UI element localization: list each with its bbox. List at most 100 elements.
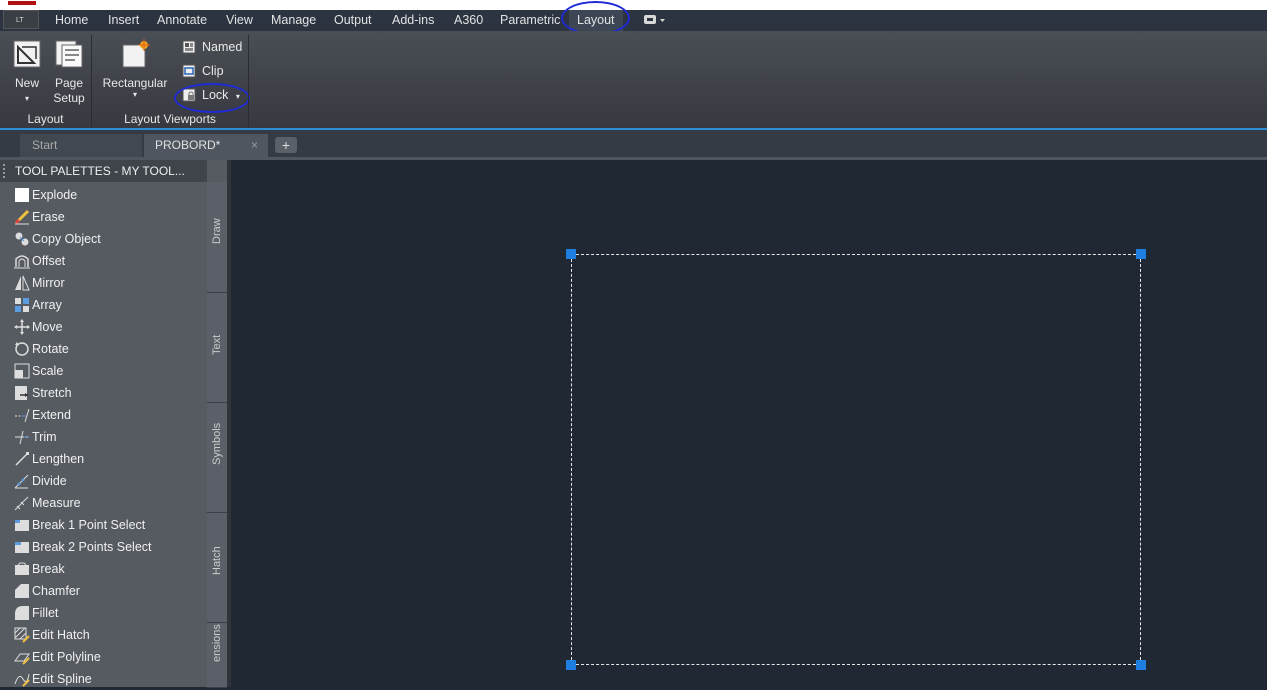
- application-menu-button[interactable]: LT: [3, 1, 39, 29]
- palette-item-fillet[interactable]: Fillet: [0, 602, 207, 624]
- palette-item-explode[interactable]: Explode: [0, 184, 207, 206]
- palette-item-edit-polyline[interactable]: Edit Polyline: [0, 646, 207, 668]
- tab-parametric[interactable]: Parametric: [500, 10, 560, 31]
- palette-item-break-1-point[interactable]: Break 1 Point Select: [0, 514, 207, 536]
- annotation-circle-lock: [174, 83, 250, 113]
- side-tab-draw[interactable]: Draw: [207, 182, 227, 293]
- palette-item-scale[interactable]: Scale: [0, 360, 207, 382]
- side-tab-dimensions[interactable]: ensions: [207, 623, 227, 688]
- side-tab-label: Symbols: [211, 422, 223, 465]
- palette-item-label: Edit Hatch: [32, 628, 90, 642]
- named-viewports-button[interactable]: Named: [182, 37, 242, 57]
- palette-item-label: Measure: [32, 496, 81, 510]
- side-tab-hatch[interactable]: Hatch: [207, 513, 227, 623]
- palette-item-break-2-points[interactable]: Break 2 Points Select: [0, 536, 207, 558]
- palette-item-stretch[interactable]: Stretch: [0, 382, 207, 404]
- tab-insert[interactable]: Insert: [108, 10, 139, 31]
- viewport-grip[interactable]: [566, 249, 576, 259]
- app-logo-strip: [8, 1, 36, 5]
- side-tab-symbols[interactable]: Symbols: [207, 403, 227, 513]
- edit-polyline-icon: [14, 653, 30, 665]
- tab-output[interactable]: Output: [334, 10, 372, 31]
- new-label: New: [14, 76, 39, 90]
- grip-icon[interactable]: [3, 164, 7, 178]
- palette-item-label: Edit Polyline: [32, 650, 101, 664]
- palette-item-mirror[interactable]: Mirror: [0, 272, 207, 294]
- palette-edge[interactable]: [227, 160, 231, 687]
- side-tab-label: Text: [211, 334, 223, 355]
- array-icon: [15, 298, 29, 312]
- palette-title: TOOL PALETTES - MY TOOL...: [15, 164, 185, 178]
- new-layout-button[interactable]: New ▾: [9, 39, 45, 106]
- erase-icon: [14, 209, 30, 225]
- tab-home[interactable]: Home: [55, 10, 88, 31]
- trim-icon: [15, 430, 29, 445]
- palette-item-label: Rotate: [32, 342, 69, 356]
- edit-spline-icon: [14, 673, 30, 687]
- extend-icon: [15, 408, 30, 423]
- rotate-icon: [15, 342, 29, 356]
- palette-item-erase[interactable]: Erase: [0, 206, 207, 228]
- palette-item-divide[interactable]: Divide: [0, 470, 207, 492]
- tab-view[interactable]: View: [226, 10, 253, 31]
- new-dropdown-icon[interactable]: ▾: [9, 91, 45, 106]
- palette-item-label: Divide: [32, 474, 67, 488]
- palette-item-trim[interactable]: Trim: [0, 426, 207, 448]
- palette-item-lengthen[interactable]: Lengthen: [0, 448, 207, 470]
- palette-item-label: Move: [32, 320, 63, 334]
- new-layout-icon: [13, 40, 41, 68]
- rectangular-viewport-button[interactable]: Rectangular ▾: [102, 39, 168, 99]
- palette-item-array[interactable]: Array: [0, 294, 207, 316]
- ribbon-tab-bar: LT Home Insert Annotate View Manage Outp…: [0, 0, 1267, 31]
- tab-add-ins[interactable]: Add-ins: [392, 10, 434, 31]
- viewport-grip[interactable]: [566, 660, 576, 670]
- close-icon[interactable]: ×: [251, 134, 258, 157]
- rectangular-dropdown-icon[interactable]: ▾: [102, 91, 168, 99]
- layout-viewport-selected[interactable]: [566, 249, 1146, 670]
- palette-item-measure[interactable]: Measure: [0, 492, 207, 514]
- new-tab-plus-icon[interactable]: +: [275, 137, 297, 153]
- doc-tab-probord-label: PROBORD*: [155, 138, 221, 152]
- lengthen-icon: [15, 452, 29, 466]
- page-setup-label: Page Setup: [53, 76, 85, 105]
- copy-icon: [15, 232, 29, 246]
- palette-item-copy-object[interactable]: Copy Object: [0, 228, 207, 250]
- palette-item-rotate[interactable]: Rotate: [0, 338, 207, 360]
- annotation-circle-layout-tab: [561, 1, 630, 35]
- palette-item-label: Trim: [32, 430, 57, 444]
- app-badge: LT: [16, 17, 24, 24]
- tab-annotate[interactable]: Annotate: [157, 10, 207, 31]
- palette-title-bar[interactable]: TOOL PALETTES - MY TOOL...: [0, 160, 207, 182]
- document-tab-bar: Start PROBORD* × +: [0, 130, 1267, 157]
- layout-viewports-panel-label: Layout Viewports: [124, 112, 216, 126]
- palette-item-move[interactable]: Move: [0, 316, 207, 338]
- ribbon-options-icon[interactable]: [642, 14, 666, 26]
- tab-manage[interactable]: Manage: [271, 10, 316, 31]
- palette-item-break[interactable]: Break: [0, 558, 207, 580]
- doc-tab-start[interactable]: Start: [20, 134, 142, 157]
- palette-side-tabs: Draw Text Symbols Hatch ensions: [207, 182, 227, 688]
- palette-item-label: Chamfer: [32, 584, 80, 598]
- side-tab-label: ensions: [211, 624, 223, 662]
- palette-item-label: Lengthen: [32, 452, 85, 466]
- page-setup-button[interactable]: Page Setup: [50, 39, 88, 106]
- viewport-grip[interactable]: [1136, 249, 1146, 259]
- page-setup-icon: [55, 40, 83, 68]
- viewport-grip[interactable]: [1136, 660, 1146, 670]
- palette-item-edit-hatch[interactable]: Edit Hatch: [0, 624, 207, 646]
- palette-item-offset[interactable]: Offset: [0, 250, 207, 272]
- doc-tab-probord[interactable]: PROBORD* ×: [144, 134, 268, 157]
- mirror-icon: [15, 275, 30, 291]
- palette-item-extend[interactable]: Extend: [0, 404, 207, 426]
- break-points-icon: [15, 542, 29, 553]
- tab-a360[interactable]: A360: [454, 10, 483, 31]
- palette-item-chamfer[interactable]: Chamfer: [0, 580, 207, 602]
- break-icon: [15, 562, 29, 575]
- clip-label: Clip: [202, 64, 224, 78]
- offset-icon: [14, 255, 30, 269]
- move-icon: [14, 319, 30, 335]
- clip-viewport-button[interactable]: Clip: [182, 61, 224, 81]
- panel-divider: [248, 35, 249, 127]
- chamfer-icon: [15, 584, 29, 598]
- side-tab-text[interactable]: Text: [207, 293, 227, 403]
